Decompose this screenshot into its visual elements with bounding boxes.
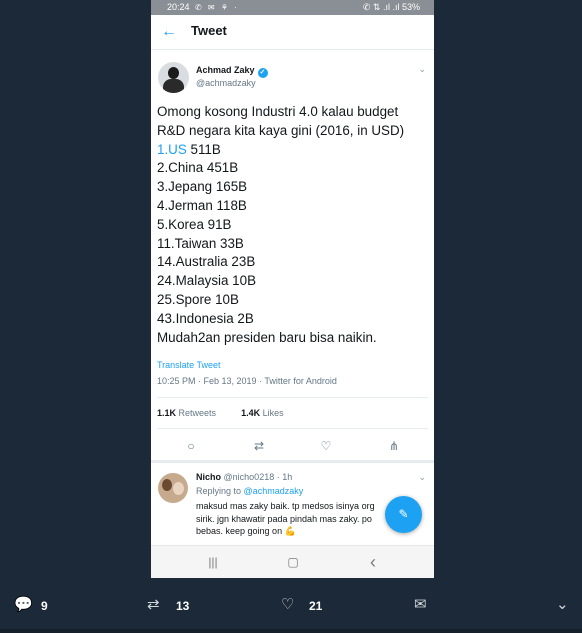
bottom-like-count: 21 — [309, 599, 323, 613]
nav-back-icon[interactable]: ‹ — [363, 553, 383, 571]
share-icon[interactable]: ⋔ — [384, 437, 404, 455]
reply-author: Nicho @nicho0218 · 1h — [196, 472, 292, 482]
reply-avatar[interactable] — [158, 473, 188, 503]
tweet-line: 3.Jepang 165B — [157, 179, 248, 195]
tweet-action-bar: 💬 9 ⇄ 13 ♡ 21 ✉ ⌄ — [0, 578, 582, 633]
author-name[interactable]: Achmad Zaky ✓ — [196, 65, 268, 78]
tweet-link[interactable]: 1.US — [157, 142, 187, 157]
tweet-line: 25.Spore 10B — [157, 291, 239, 307]
likes-label[interactable]: Likes — [263, 408, 284, 418]
tweet-line: 4.Jerman 118B — [157, 197, 247, 213]
tweet-line-rest: 511B — [186, 141, 221, 157]
replying-to: Replying to @achmadzaky — [196, 486, 303, 496]
tweet-line: 1.US 511B — [157, 141, 427, 160]
reply-author-name[interactable]: Nicho — [196, 472, 221, 482]
retweets-count[interactable]: 1.1K — [157, 408, 176, 418]
android-nav-bar: ||| ▢ ‹ — [151, 545, 434, 578]
home-icon[interactable]: ▢ — [283, 554, 303, 570]
retweet-icon[interactable]: ⇄ — [249, 437, 269, 455]
reply-menu-chevron-down-icon[interactable]: ⌄ — [418, 472, 426, 483]
reply-handle-time: @nicho0218 · 1h — [223, 472, 293, 482]
like-icon[interactable]: ♡ — [316, 437, 336, 455]
compose-reply-button[interactable]: ✎ — [385, 496, 422, 533]
bottom-like-icon[interactable]: ♡ — [281, 596, 294, 614]
divider — [157, 397, 428, 398]
status-right-icons: ✆ ⇅ .ıl .ıl 53% — [362, 2, 420, 12]
phone-screenshot: 20:24 ✆ ✉ ⚘ · ✆ ⇅ .ıl .ıl 53% ← Tweet Ac… — [151, 0, 434, 578]
back-arrow-icon[interactable]: ← — [159, 23, 179, 41]
tweet-timestamp: 10:25 PM · Feb 13, 2019 · Twitter for An… — [157, 376, 337, 386]
translate-tweet-link[interactable]: Translate Tweet — [157, 360, 221, 370]
tweet-line: 2.China 451B — [157, 160, 239, 176]
tweet-line: 11.Taiwan 33B — [157, 235, 244, 251]
status-left-icons: ✆ ✉ ⚘ · — [195, 3, 239, 12]
tweet-stats: 1.1K Retweets 1.4K Likes — [157, 408, 284, 418]
tweet-menu-chevron-down-icon[interactable]: ⌄ — [418, 64, 426, 75]
bottom-reply-icon[interactable]: 💬 — [14, 596, 33, 614]
status-bar: 20:24 ✆ ✉ ⚘ · ✆ ⇅ .ıl .ıl 53% — [151, 0, 434, 15]
tweet-line: 24.Malaysia 10B — [157, 273, 256, 289]
tweet-actions: ○ ⇄ ♡ ⋔ — [151, 437, 434, 457]
message-icon[interactable]: ✉ — [414, 596, 427, 614]
bottom-retweet-count: 13 — [176, 599, 190, 613]
author-avatar[interactable] — [158, 62, 189, 93]
retweets-label[interactable]: Retweets — [179, 408, 217, 418]
bottom-reply-count: 9 — [41, 599, 48, 613]
divider — [157, 428, 428, 429]
section-separator — [151, 460, 434, 463]
author-name-text: Achmad Zaky — [196, 65, 255, 75]
tweet-line: Omong kosong Industri 4.0 kalau budget — [157, 104, 399, 119]
tweet-line: Mudah2an presiden baru bisa naikin. — [157, 329, 377, 345]
status-time: 20:24 — [167, 2, 190, 12]
tweet-line: 14.Australia 23B — [157, 254, 256, 270]
likes-count[interactable]: 1.4K — [241, 408, 260, 418]
bottom-retweet-icon[interactable]: ⇄ — [147, 596, 160, 614]
tweet-line: 5.Korea 91B — [157, 216, 232, 232]
verified-badge-icon: ✓ — [257, 68, 268, 78]
page-title: Tweet — [191, 23, 227, 38]
tweet-line: 43.Indonesia 2B — [157, 310, 254, 326]
replying-to-label: Replying to — [196, 486, 242, 496]
more-chevron-down-icon[interactable]: ⌄ — [556, 596, 569, 614]
replying-to-handle[interactable]: @achmadzaky — [244, 486, 304, 496]
reply-icon[interactable]: ○ — [181, 437, 201, 455]
tweet-text: Omong kosong Industri 4.0 kalau budget R… — [157, 103, 427, 347]
recents-icon[interactable]: ||| — [203, 554, 223, 570]
bottom-edge — [0, 629, 582, 633]
author-handle: @achmadzaky — [196, 78, 256, 88]
tweet-line: R&D negara kita kaya gini (2016, in USD) — [157, 122, 405, 138]
app-bar: ← Tweet — [151, 15, 434, 50]
